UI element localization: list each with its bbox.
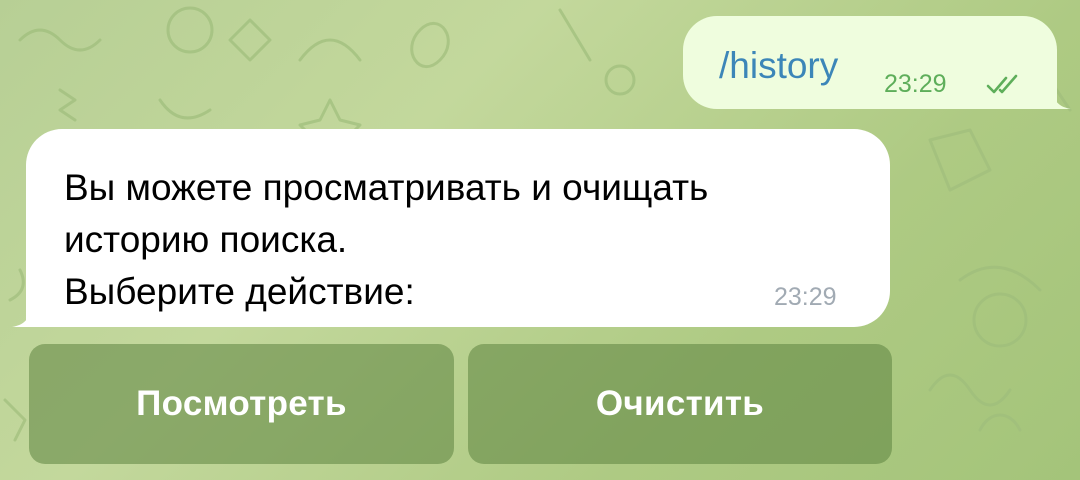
incoming-message-text: Вы можете просматривать и очищать истори…	[64, 162, 708, 318]
outgoing-message-time: 23:29	[884, 70, 947, 98]
incoming-message-time: 23:29	[774, 283, 837, 311]
chat-area: /history 23:29 Вы можете просматривать и…	[0, 0, 1080, 480]
outgoing-bubble-tail	[1051, 87, 1071, 109]
incoming-bubble-tail	[12, 305, 32, 327]
clear-history-button-label: Очистить	[595, 384, 765, 423]
incoming-message-bubble[interactable]: Вы можете просматривать и очищать истори…	[12, 129, 890, 327]
view-history-button-label: Посмотреть	[136, 384, 347, 423]
view-history-button[interactable]: Посмотреть	[29, 344, 454, 464]
message-line: Выберите действие:	[64, 271, 415, 312]
clear-history-button[interactable]: Очистить	[468, 344, 892, 464]
outgoing-message-bubble[interactable]: /history 23:29	[683, 16, 1071, 109]
double-check-read-icon	[986, 74, 1018, 94]
message-line: Вы можете просматривать и очищать	[64, 167, 709, 208]
command-link[interactable]: /history	[719, 44, 838, 88]
message-line: историю поиска.	[64, 219, 348, 260]
